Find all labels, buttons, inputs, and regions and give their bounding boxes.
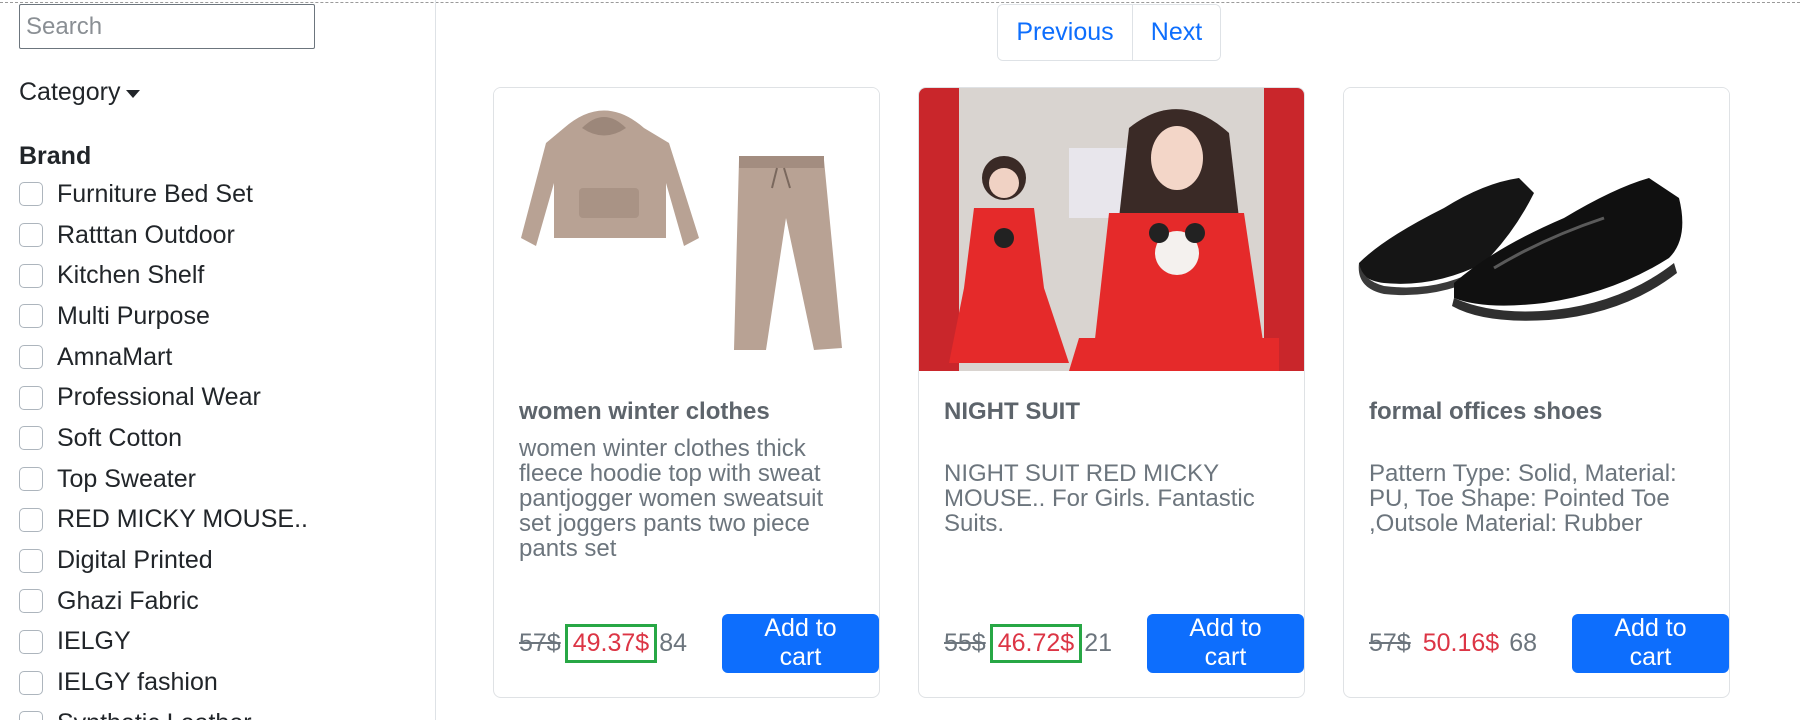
brand-heading: Brand	[19, 142, 92, 170]
brand-item[interactable]: AmnaMart	[19, 337, 308, 378]
brand-item[interactable]: Professional Wear	[19, 377, 308, 418]
brand-label: RED MICKY MOUSE..	[57, 505, 308, 534]
brand-item[interactable]: Multi Purpose	[19, 296, 308, 337]
brand-label: Soft Cotton	[57, 423, 183, 452]
old-price: 57$	[1369, 628, 1411, 657]
brand-item[interactable]: Ghazi Fabric	[19, 581, 308, 622]
product-description: Pattern Type: Solid, Material: PU, Toe S…	[1369, 460, 1677, 537]
brand-item[interactable]: Top Sweater	[19, 459, 308, 500]
product-card: women winter clothes women winter clothe…	[493, 87, 880, 698]
brand-checkbox[interactable]	[19, 426, 43, 451]
brand-label: Top Sweater	[57, 464, 196, 493]
sale-price: 46.72$	[989, 623, 1083, 663]
sale-price: 50.16$	[1422, 628, 1500, 657]
brand-label: Kitchen Shelf	[57, 261, 205, 290]
product-card: NIGHT SUIT NIGHT SUIT RED MICKY MOUSE.. …	[918, 87, 1305, 698]
brand-label: Ratttan Outdoor	[57, 220, 235, 249]
brand-item[interactable]: Kitchen Shelf	[19, 255, 308, 296]
product-description: women winter clothes thick fleece hoodie…	[519, 435, 824, 562]
brand-label: AmnaMart	[57, 342, 173, 371]
old-price: 57$	[519, 628, 561, 657]
brand-checkbox[interactable]	[19, 304, 43, 329]
brand-checkbox[interactable]	[19, 589, 43, 614]
brand-checkbox[interactable]	[19, 670, 43, 695]
brand-label: IELGY fashion	[57, 668, 218, 697]
brand-item[interactable]: Furniture Bed Set	[19, 174, 308, 215]
product-description: NIGHT SUIT RED MICKY MOUSE.. For Girls. …	[944, 460, 1255, 537]
brand-label: Furniture Bed Set	[57, 179, 253, 208]
pagination: Previous Next	[997, 4, 1221, 61]
product-title[interactable]: NIGHT SUIT	[944, 398, 1080, 426]
stock-count: 84	[659, 628, 687, 657]
add-to-cart-button[interactable]: Add to cart	[1147, 613, 1304, 673]
brand-checkbox[interactable]	[19, 507, 43, 532]
brand-item[interactable]: Soft Cotton	[19, 418, 308, 459]
brand-checkbox[interactable]	[19, 711, 43, 720]
brand-item[interactable]: Digital Printed	[19, 540, 308, 581]
stock-count: 68	[1509, 628, 1537, 657]
caret-down-icon	[126, 89, 141, 98]
red-night-suit-image	[919, 88, 1304, 371]
category-dropdown[interactable]: Category	[19, 78, 141, 107]
add-to-cart-button[interactable]: Add to cart	[722, 613, 879, 673]
price-row: 57$ 50.16$ 68 Add to cart	[1369, 613, 1729, 673]
brand-label: Synthetic Leather	[57, 709, 252, 720]
price-row: 57$ 49.37$ 84 Add to cart	[519, 613, 879, 673]
black-formal-shoes-image	[1344, 88, 1729, 371]
brand-checkbox[interactable]	[19, 223, 43, 248]
next-button[interactable]: Next	[1132, 5, 1220, 60]
brand-item[interactable]: IELGY	[19, 622, 308, 663]
category-label: Category	[19, 78, 121, 106]
brand-checkbox[interactable]	[19, 345, 43, 370]
product-title[interactable]: women winter clothes	[519, 398, 770, 426]
brand-label: Digital Printed	[57, 546, 213, 575]
brand-checkbox[interactable]	[19, 385, 43, 410]
brand-checkbox[interactable]	[19, 182, 43, 207]
brand-checkbox[interactable]	[19, 629, 43, 654]
brand-checkbox[interactable]	[19, 467, 43, 492]
sale-price: 49.37$	[564, 623, 658, 663]
brand-list: Furniture Bed Set Ratttan Outdoor Kitche…	[19, 174, 308, 720]
product-card: formal offices shoes Pattern Type: Solid…	[1343, 87, 1730, 698]
previous-button[interactable]: Previous	[998, 5, 1132, 60]
brand-item[interactable]: IELGY fashion	[19, 662, 308, 703]
search-input[interactable]	[19, 4, 315, 49]
brand-checkbox[interactable]	[19, 548, 43, 573]
stock-count: 21	[1084, 628, 1112, 657]
old-price: 55$	[944, 628, 986, 657]
brand-item[interactable]: Ratttan Outdoor	[19, 215, 308, 256]
brand-label: IELGY	[57, 627, 131, 656]
brand-label: Ghazi Fabric	[57, 586, 199, 615]
price-row: 55$ 46.72$ 21 Add to cart	[944, 613, 1304, 673]
add-to-cart-button[interactable]: Add to cart	[1572, 613, 1729, 673]
brand-item[interactable]: Synthetic Leather	[19, 703, 308, 720]
hoodie-and-joggers-image	[494, 88, 879, 371]
filter-sidebar: Category Brand Furniture Bed Set Ratttan…	[0, 0, 436, 720]
brand-label: Multi Purpose	[57, 301, 210, 330]
brand-checkbox[interactable]	[19, 263, 43, 288]
product-title[interactable]: formal offices shoes	[1369, 398, 1602, 426]
brand-item[interactable]: RED MICKY MOUSE..	[19, 500, 308, 541]
brand-label: Professional Wear	[57, 383, 261, 412]
